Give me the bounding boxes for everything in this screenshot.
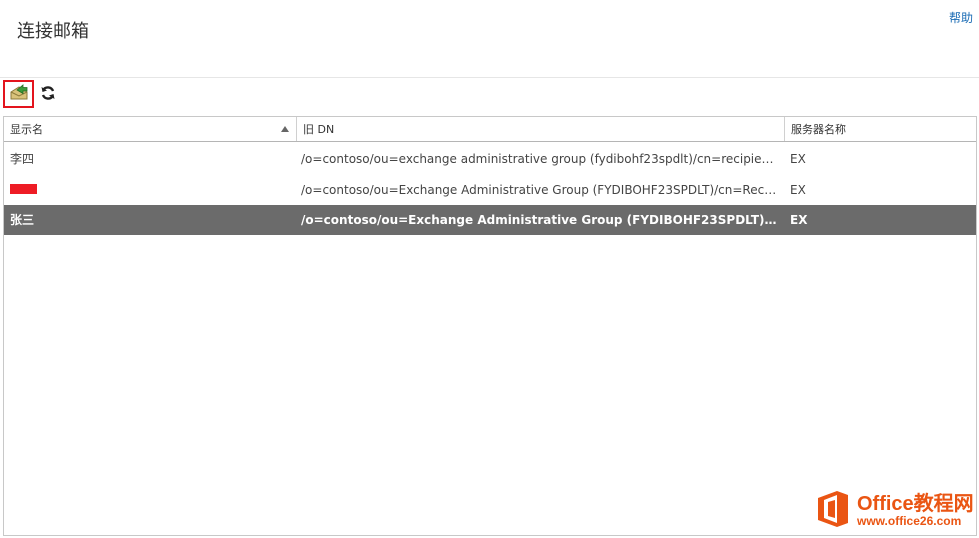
display-name-cell: 张三 <box>10 213 35 227</box>
column-header-label: 显示名 <box>10 123 43 136</box>
redaction-mark <box>10 183 37 194</box>
legacy-dn-cell: /o=contoso/ou=exchange administrative gr… <box>301 152 779 166</box>
sort-ascending-icon <box>281 126 289 132</box>
display-name-cell: 李四 <box>10 152 35 166</box>
page-title: 连接邮箱 <box>17 21 89 42</box>
legacy-dn-cell: /o=contoso/ou=Exchange Administrative Gr… <box>301 183 779 197</box>
table-row[interactable]: /o=contoso/ou=Exchange Administrative Gr… <box>4 175 976 205</box>
display-name-cell <box>10 175 290 205</box>
refresh-button[interactable] <box>39 85 57 105</box>
table-row[interactable]: 李四 /o=contoso/ou=exchange administrative… <box>4 144 976 174</box>
title-divider <box>0 77 979 78</box>
column-header-display-name[interactable]: 显示名 <box>4 117 295 141</box>
server-name-cell: EX <box>790 213 808 227</box>
server-name-cell: EX <box>790 152 806 166</box>
server-name-cell: EX <box>790 183 806 197</box>
refresh-icon <box>40 85 56 105</box>
column-header-legacy-dn[interactable]: 旧 DN <box>296 117 784 141</box>
mailbox-table: 显示名 旧 DN 服务器名称 李四 /o=contoso/ou=exchange… <box>3 116 977 536</box>
column-header-label: 旧 DN <box>303 123 335 136</box>
legacy-dn-cell: /o=contoso/ou=Exchange Administrative Gr… <box>301 213 779 227</box>
column-header-server-name[interactable]: 服务器名称 <box>784 117 978 141</box>
help-link[interactable]: 帮助 <box>949 9 973 26</box>
table-row-selected[interactable]: 张三 /o=contoso/ou=Exchange Administrative… <box>4 205 976 235</box>
connect-mailbox-button[interactable] <box>3 80 34 108</box>
table-header: 显示名 旧 DN 服务器名称 <box>4 117 976 142</box>
office-logo-icon <box>815 489 851 533</box>
watermark-brand: Office教程网 <box>857 493 974 516</box>
column-header-label: 服务器名称 <box>791 123 846 136</box>
watermark-url: www.office26.com <box>857 514 962 529</box>
watermark: Office教程网 www.office26.com <box>815 489 975 533</box>
connect-mailbox-icon <box>9 83 29 105</box>
